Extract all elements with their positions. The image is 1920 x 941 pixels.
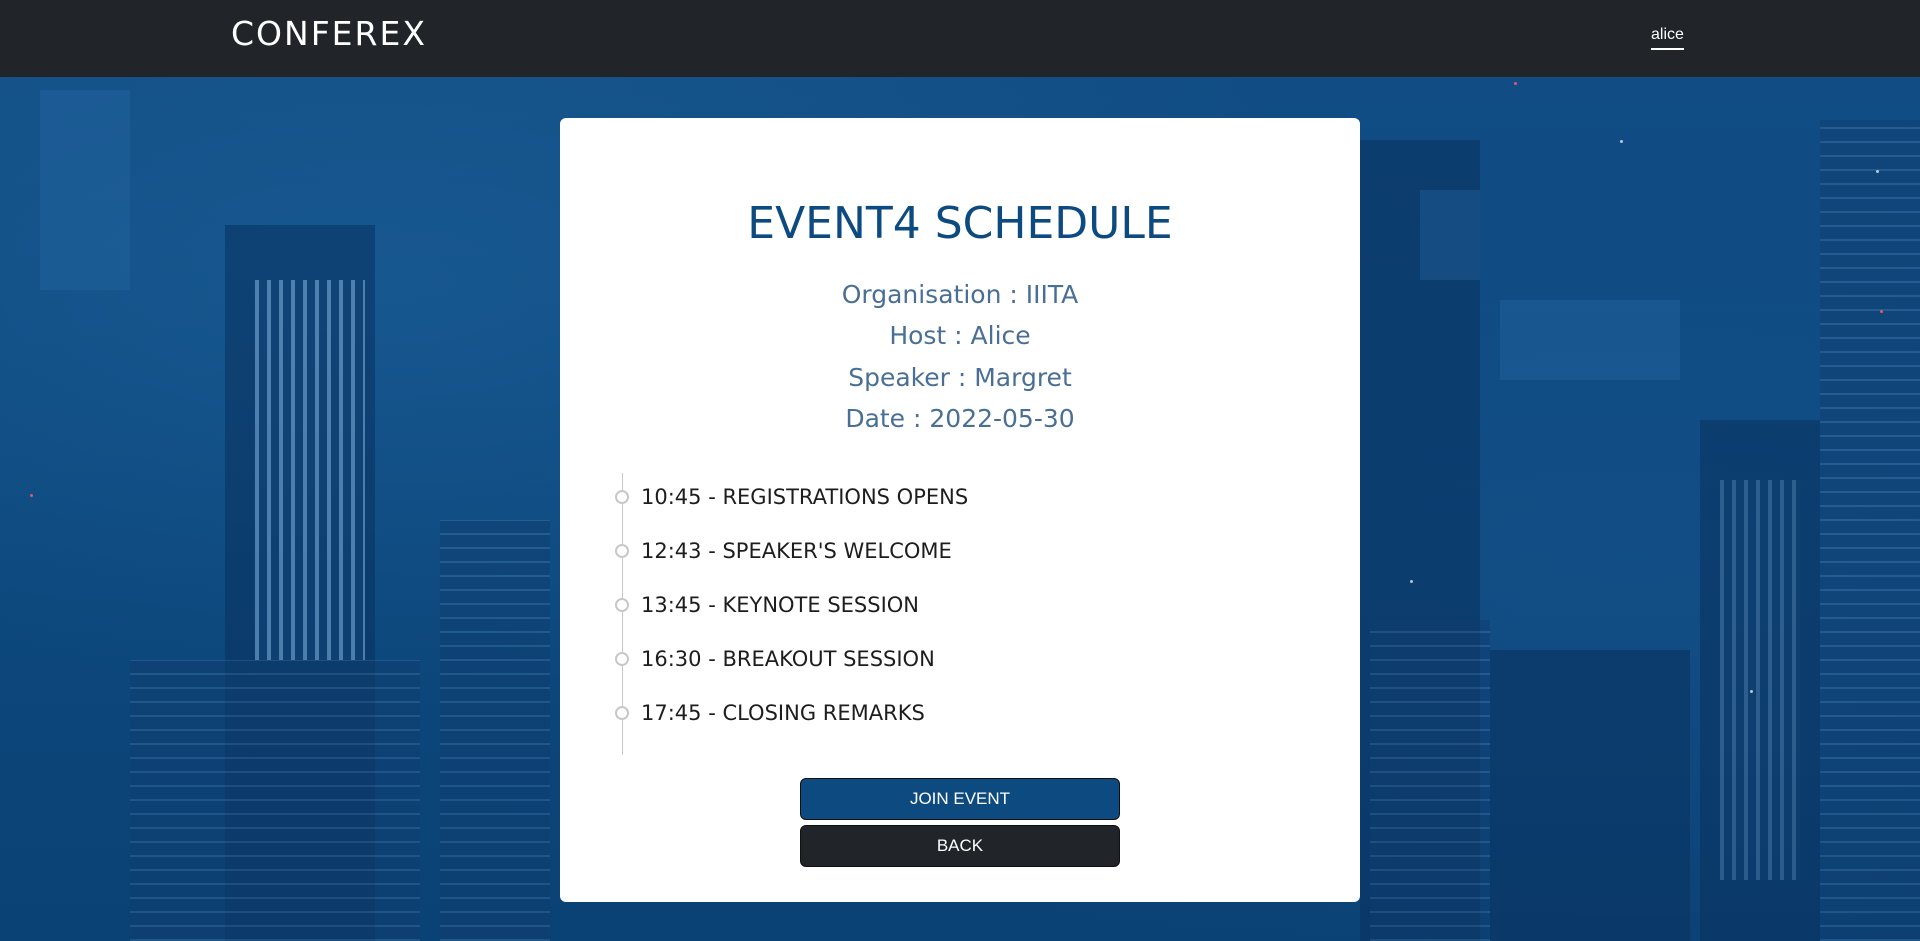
event-schedule-card: EVENT4 SCHEDULE Organisation : IIITA Hos… bbox=[560, 118, 1360, 902]
background-building bbox=[130, 660, 420, 941]
page: CONFEREX alice EVENT4 SCHEDULE Organisat… bbox=[0, 0, 1920, 941]
background-building bbox=[1490, 650, 1690, 941]
event-speaker: Speaker : Margret bbox=[848, 363, 1072, 392]
background-building bbox=[1370, 620, 1490, 941]
background-light bbox=[1620, 140, 1623, 143]
background-building bbox=[1820, 120, 1920, 941]
timeline-circle-icon bbox=[615, 544, 629, 558]
background-building bbox=[40, 90, 130, 290]
event-date: Date : 2022-05-30 bbox=[845, 404, 1075, 433]
back-button[interactable]: BACK bbox=[800, 825, 1120, 867]
background-light bbox=[1876, 170, 1879, 173]
background-light bbox=[1750, 690, 1753, 693]
timeline-item-label: 17:45 - CLOSING REMARKS bbox=[641, 701, 925, 725]
timeline-circle-icon bbox=[615, 652, 629, 666]
timeline-item-label: 16:30 - BREAKOUT SESSION bbox=[641, 647, 935, 671]
timeline-item-label: 12:43 - SPEAKER'S WELCOME bbox=[641, 539, 952, 563]
schedule-timeline: 10:45 - REGISTRATIONS OPENS 12:43 - SPEAK… bbox=[615, 473, 1321, 755]
event-organisation: Organisation : IIITA bbox=[841, 280, 1079, 309]
timeline-item-label: 13:45 - KEYNOTE SESSION bbox=[641, 593, 920, 617]
timeline-circle-icon bbox=[615, 490, 629, 504]
background-light bbox=[1880, 310, 1883, 313]
background-building bbox=[1500, 300, 1680, 380]
timeline-circle-icon bbox=[615, 598, 629, 612]
brand-logo-text[interactable]: CONFEREX bbox=[231, 14, 427, 53]
background-building bbox=[440, 520, 550, 941]
background-light bbox=[1514, 82, 1517, 85]
timeline-circle-icon bbox=[615, 706, 629, 720]
background-building bbox=[255, 280, 365, 660]
background-light bbox=[1410, 580, 1413, 583]
top-navbar: CONFEREX alice bbox=[0, 0, 1920, 77]
timeline-item-label: 10:45 - REGISTRATIONS OPENS bbox=[641, 485, 969, 509]
join-event-button[interactable]: JOIN EVENT bbox=[800, 778, 1120, 820]
background-light bbox=[30, 494, 33, 497]
user-profile-link[interactable]: alice bbox=[1651, 26, 1684, 50]
page-title: EVENT4 SCHEDULE bbox=[747, 198, 1173, 249]
background-building bbox=[1720, 480, 1800, 880]
event-host: Host : Alice bbox=[889, 321, 1031, 350]
background-building bbox=[1420, 190, 1480, 280]
